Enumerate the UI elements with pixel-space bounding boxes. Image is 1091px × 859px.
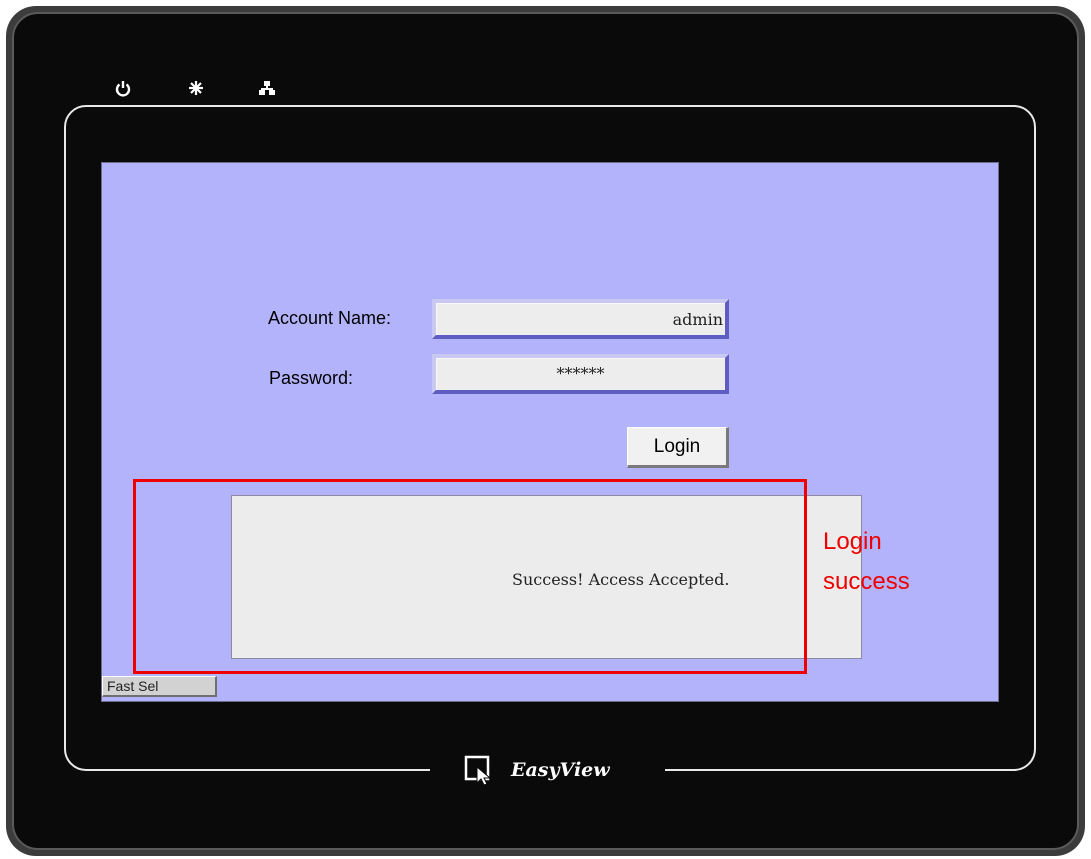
annotation-highlight-box (133, 479, 807, 674)
password-value: ****** (556, 364, 605, 383)
login-button[interactable]: Login (627, 427, 729, 468)
annotation-line-1: Login (823, 528, 882, 555)
account-name-value: admin (672, 309, 723, 329)
network-icon (257, 78, 277, 98)
password-label: Password: (269, 368, 354, 388)
brand-logo: EasyView (463, 752, 610, 788)
fast-sel-button[interactable]: Fast Sel (102, 676, 217, 697)
power-icon (113, 78, 133, 98)
easyview-logo-icon (464, 755, 492, 786)
account-name-label: Account Name: (268, 308, 392, 328)
password-input[interactable]: ****** (432, 354, 729, 394)
annotation-text: Login success (823, 522, 953, 602)
account-name-input[interactable]: admin (432, 299, 729, 339)
asterisk-icon (186, 78, 206, 98)
brand-name: EasyView (511, 759, 610, 781)
annotation-line-2: success (823, 568, 910, 595)
